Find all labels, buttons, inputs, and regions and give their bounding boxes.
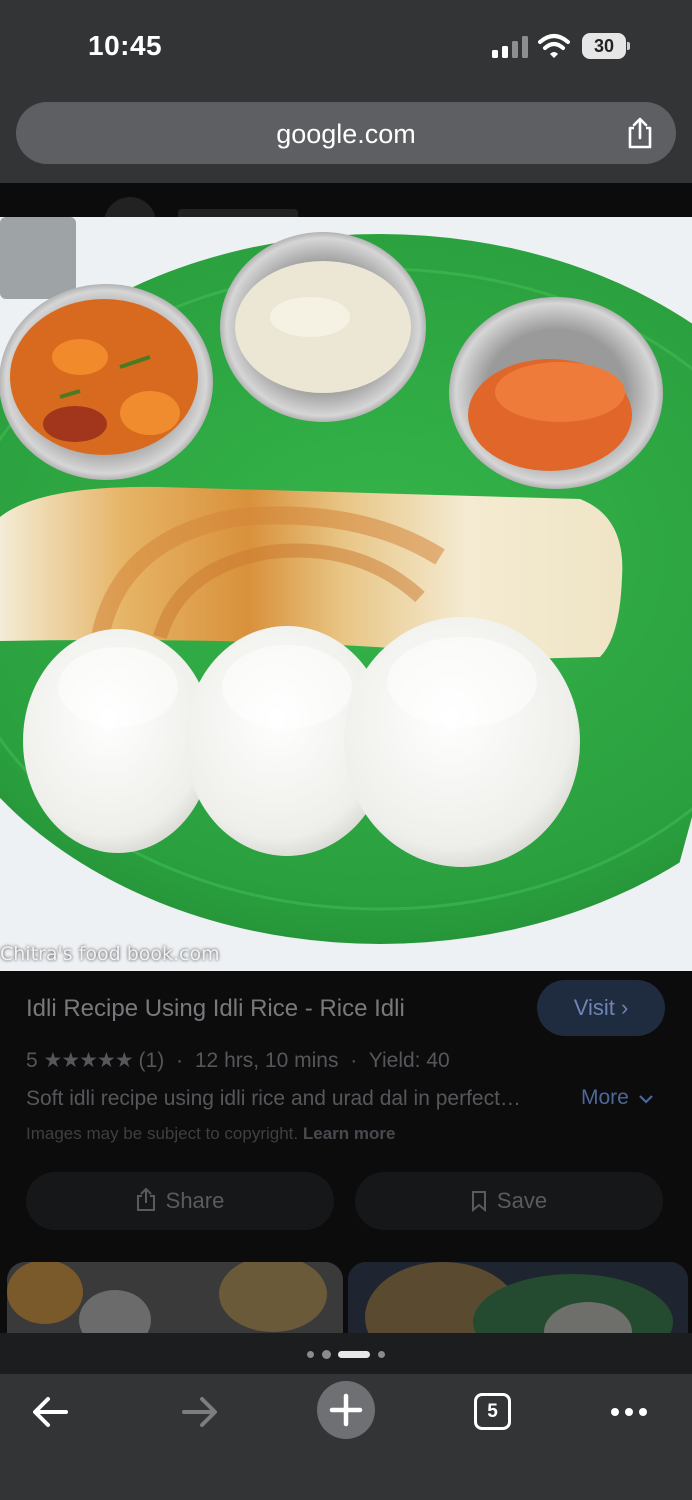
learn-more-link[interactable]: Learn more bbox=[303, 1124, 396, 1143]
share-icon bbox=[136, 1187, 155, 1211]
new-tab-plus-icon[interactable] bbox=[316, 1380, 376, 1440]
page-indicator bbox=[0, 1333, 692, 1374]
share-button[interactable]: Share bbox=[26, 1172, 334, 1230]
more-label: More bbox=[581, 1086, 629, 1109]
signal-icon bbox=[492, 36, 528, 58]
food-illustration bbox=[0, 217, 692, 971]
recipe-yield: Yield: 40 bbox=[368, 1049, 450, 1072]
page-content: Chitra's food book.com Idli Recipe Using… bbox=[0, 183, 692, 1333]
page-dot bbox=[307, 1351, 314, 1358]
chevron-down-icon bbox=[638, 1095, 653, 1104]
tabs-icon[interactable]: 5 bbox=[474, 1393, 511, 1430]
chevron-right-icon: › bbox=[620, 995, 629, 1020]
recipe-meta: 5 ★★★★★ (1) · 12 hrs, 10 mins · Yield: 4… bbox=[26, 1048, 450, 1073]
image-watermark: Chitra's food book.com bbox=[0, 943, 220, 965]
bookmark-icon bbox=[471, 1191, 486, 1213]
related-image-thumbnail[interactable] bbox=[7, 1262, 343, 1333]
status-bar: 10:45 30 bbox=[0, 0, 692, 95]
rating-count: (1) bbox=[138, 1049, 165, 1072]
thumbnail-image bbox=[348, 1262, 688, 1333]
tabs-count: 5 bbox=[487, 1401, 498, 1422]
result-title[interactable]: Idli Recipe Using Idli Rice - Rice Idli bbox=[26, 995, 405, 1023]
share-label: Share bbox=[165, 1188, 225, 1213]
status-time: 10:45 bbox=[88, 30, 163, 61]
star-rating-icon: ★★★★★ bbox=[43, 1049, 134, 1072]
result-description: Soft idli recipe using idli rice and ura… bbox=[26, 1087, 521, 1110]
save-label: Save bbox=[496, 1188, 548, 1213]
save-button[interactable]: Save bbox=[355, 1172, 663, 1230]
rating-value: 5 bbox=[26, 1049, 38, 1072]
battery-icon: 30 bbox=[582, 33, 630, 59]
share-icon[interactable] bbox=[624, 116, 656, 150]
wifi-icon bbox=[538, 34, 570, 58]
page-dot bbox=[378, 1351, 385, 1358]
bottom-toolbar: 5 bbox=[0, 1374, 692, 1500]
more-button[interactable]: More bbox=[581, 1086, 653, 1110]
forward-arrow-icon[interactable] bbox=[170, 1386, 230, 1438]
more-icon[interactable] bbox=[599, 1386, 659, 1438]
related-image-thumbnail[interactable] bbox=[348, 1262, 688, 1333]
copyright-notice: Images may be subject to copyright. Lear… bbox=[26, 1124, 395, 1144]
page-dot-active bbox=[338, 1351, 370, 1358]
visit-label: Visit bbox=[573, 995, 615, 1020]
thumbnail-image bbox=[7, 1262, 343, 1333]
battery-level: 30 bbox=[582, 33, 626, 59]
url-text[interactable]: google.com bbox=[16, 119, 676, 150]
meta-separator: · bbox=[176, 1049, 184, 1072]
address-bar[interactable]: google.com bbox=[16, 102, 676, 164]
food-photo[interactable]: Chitra's food book.com bbox=[0, 217, 692, 971]
copyright-text: Images may be subject to copyright. bbox=[26, 1124, 299, 1143]
cook-time: 12 hrs, 10 mins bbox=[194, 1049, 339, 1072]
back-arrow-icon[interactable] bbox=[22, 1386, 82, 1438]
visit-button[interactable]: Visit › bbox=[537, 980, 665, 1036]
browser-header: google.com bbox=[0, 95, 692, 183]
meta-separator: · bbox=[350, 1049, 358, 1072]
page-dot bbox=[322, 1350, 331, 1359]
